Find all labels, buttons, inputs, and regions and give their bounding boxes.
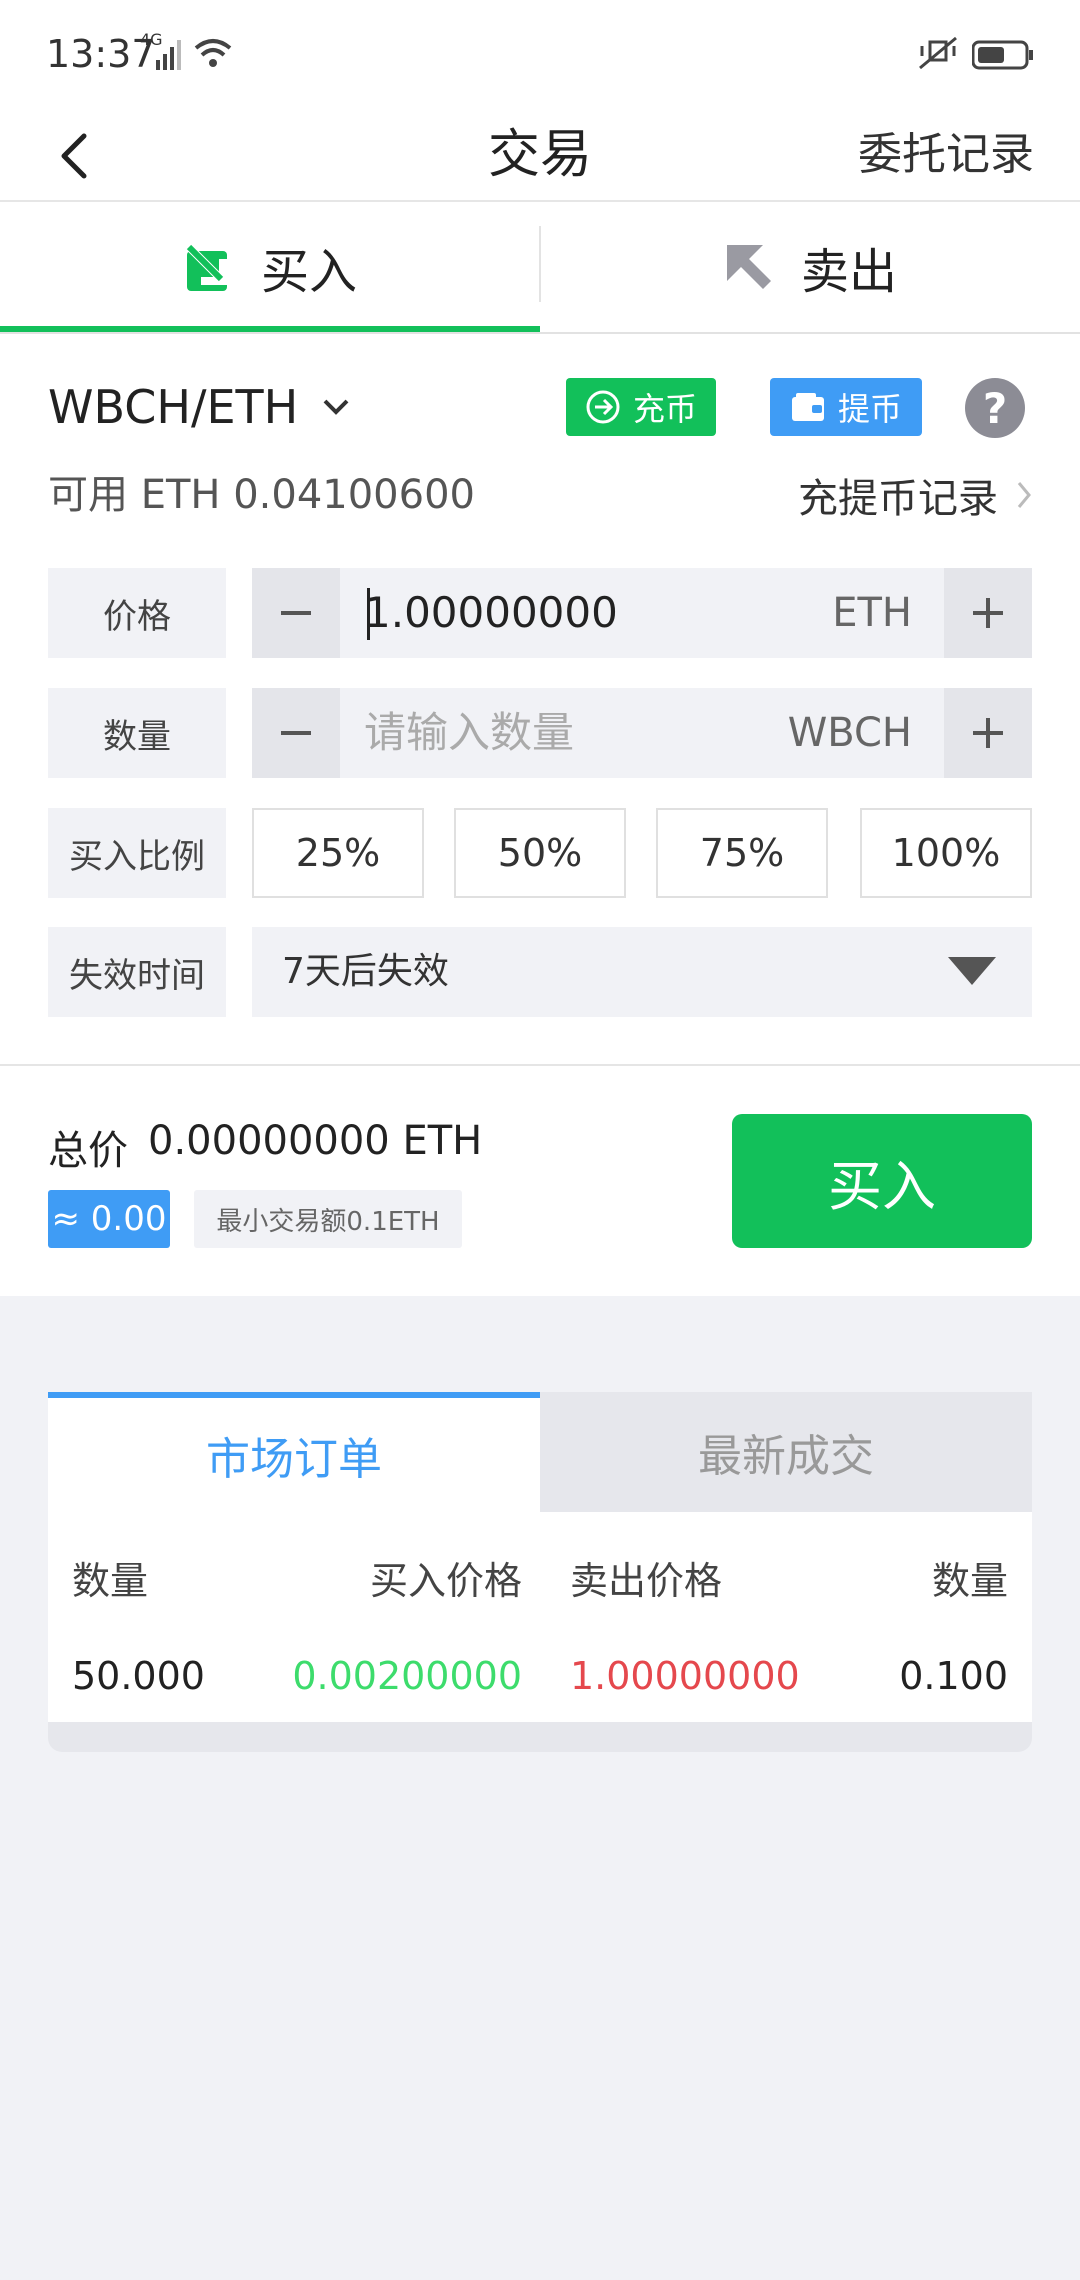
deposit-withdraw-records-link[interactable]: 充提币记录: [798, 466, 1032, 524]
buy-ratio-label: 买入比例: [48, 808, 226, 898]
withdraw-button[interactable]: 提币: [770, 378, 922, 436]
orderbook-footer: [48, 1722, 1032, 1752]
sell-arrow-icon: [726, 245, 771, 289]
table-cell-ask-price: 1.00000000: [570, 1654, 800, 1698]
expiry-value: 7天后失效: [282, 951, 449, 992]
quantity-input[interactable]: 请输入数量: [364, 688, 574, 778]
quantity-decrease-button[interactable]: [252, 688, 340, 778]
header-bid-price: 买入价格: [369, 1559, 522, 1603]
chevron-down-icon: [323, 399, 349, 415]
vibrate-icon: [919, 36, 957, 70]
wallet-icon: [791, 393, 824, 421]
total-value: 0.00000000 ETH: [148, 1118, 483, 1164]
price-unit: ETH: [832, 590, 912, 636]
chevron-right-icon: [1017, 482, 1031, 508]
price-input[interactable]: 1.00000000: [364, 568, 618, 658]
ratio-25-button[interactable]: 25%: [252, 808, 424, 898]
table-cell-ask-qty: 0.100: [899, 1654, 1008, 1698]
price-decrease-button[interactable]: [252, 568, 340, 658]
total-label: 总价: [48, 1128, 128, 1174]
min-trade-badge: 最小交易额0.1ETH: [194, 1190, 462, 1248]
tab-latest-trades[interactable]: 最新成交: [540, 1392, 1032, 1512]
status-bar: 13:37 4G: [0, 0, 1080, 110]
header-bid-qty: 数量: [72, 1559, 149, 1603]
price-label: 价格: [48, 568, 226, 658]
header-ask-price: 卖出价格: [570, 1559, 723, 1603]
nav-bar: 交易 委托记录: [0, 110, 1080, 202]
ratio-75-button[interactable]: 75%: [656, 808, 828, 898]
header-ask-qty: 数量: [931, 1559, 1008, 1603]
tab-buy-label: 买入: [260, 244, 357, 300]
signal-icon: [156, 40, 181, 70]
trade-tabs: 买入 卖出: [0, 202, 1080, 334]
tab-sell-label: 卖出: [800, 244, 897, 300]
pair-name: WBCH/ETH: [48, 380, 299, 434]
battery-icon: [972, 40, 1033, 70]
ratio-100-button[interactable]: 100%: [860, 808, 1032, 898]
quantity-increase-button[interactable]: [944, 688, 1032, 778]
plus-icon: [973, 598, 1003, 628]
buy-arrow-icon: [184, 242, 227, 291]
minus-icon: [281, 731, 311, 735]
quantity-label: 数量: [48, 688, 226, 778]
expiry-label: 失效时间: [48, 927, 226, 1017]
plus-icon: [973, 718, 1003, 748]
price-stepper: 1.00000000 ETH: [252, 568, 1032, 658]
ratio-50-button[interactable]: 50%: [454, 808, 626, 898]
withdraw-label: 提币: [837, 390, 902, 428]
pair-selector[interactable]: WBCH/ETH: [48, 380, 350, 434]
table-cell-bid-price: 0.00200000: [292, 1654, 522, 1698]
wifi-icon: [194, 39, 232, 67]
available-balance: 可用 ETH 0.04100600: [48, 472, 475, 518]
orderbook-tabs: 市场订单 最新成交: [48, 1392, 1032, 1512]
deposit-arrow-icon: [586, 390, 620, 424]
quantity-stepper: 请输入数量 WBCH: [252, 688, 1032, 778]
deposit-label: 充币: [632, 390, 697, 428]
records-label: 充提币记录: [798, 476, 998, 522]
approx-value-badge: ≈ 0.00: [48, 1190, 170, 1248]
dropdown-triangle-icon: [948, 957, 996, 985]
tab-active-indicator: [0, 326, 540, 332]
tab-market-orders[interactable]: 市场订单: [48, 1392, 540, 1512]
tab-sell[interactable]: 卖出: [540, 202, 1080, 332]
expiry-select[interactable]: 7天后失效: [252, 927, 1032, 1017]
buy-button[interactable]: 买入: [732, 1114, 1032, 1248]
quantity-unit: WBCH: [787, 710, 912, 756]
help-icon[interactable]: ?: [965, 378, 1025, 438]
price-increase-button[interactable]: [944, 568, 1032, 658]
deposit-button[interactable]: 充币: [566, 378, 716, 436]
order-history-link[interactable]: 委托记录: [858, 110, 1034, 200]
minus-icon: [281, 611, 311, 615]
orderbook-table: 数量 买入价格 卖出价格 数量 50.000 0.00200000 1.0000…: [48, 1512, 1032, 1722]
tab-buy[interactable]: 买入: [0, 202, 540, 332]
table-cell-bid-qty: 50.000: [72, 1654, 205, 1698]
